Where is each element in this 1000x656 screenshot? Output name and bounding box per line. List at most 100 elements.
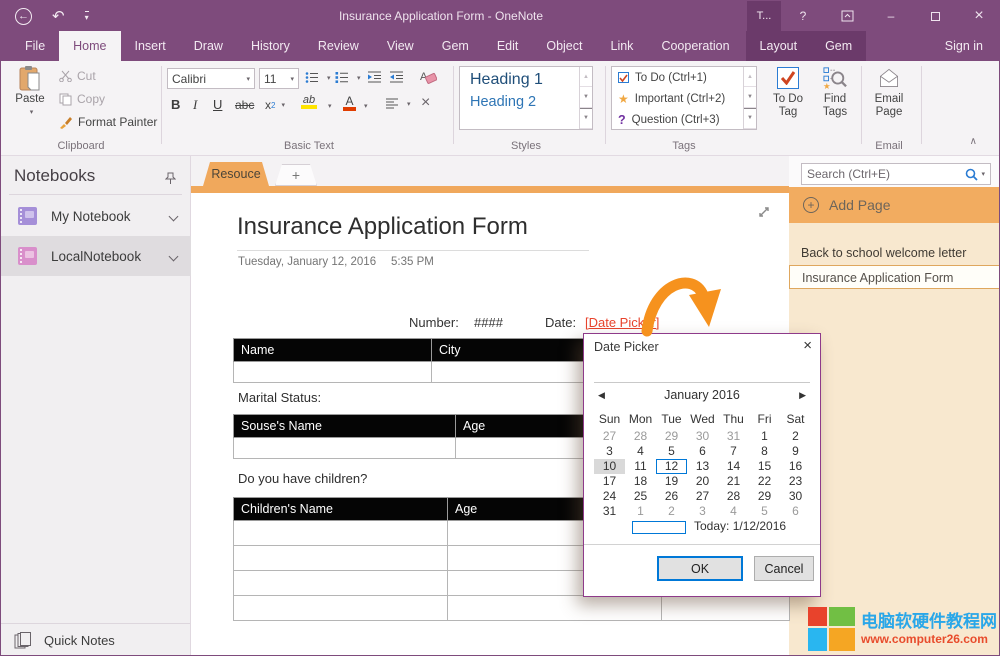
calendar-day-17[interactable]: 17 (594, 474, 625, 489)
calendar-day-24[interactable]: 24 (594, 489, 625, 504)
calendar-day-26[interactable]: 26 (656, 489, 687, 504)
calendar-day-20[interactable]: 20 (687, 474, 718, 489)
chevron-down-icon[interactable] (169, 251, 179, 261)
calendar-day-29[interactable]: 29 (749, 489, 780, 504)
tag-question[interactable]: ? Question (Ctrl+3) (612, 109, 743, 129)
table-cell[interactable] (234, 596, 448, 621)
expand-page-icon[interactable] (757, 205, 771, 222)
calendar-day-29[interactable]: 29 (656, 429, 687, 444)
calendar-day-6[interactable]: 6 (687, 444, 718, 459)
table-header-cell[interactable]: Children's Name (234, 498, 448, 521)
calendar-day-27[interactable]: 27 (687, 489, 718, 504)
tab-cooperation[interactable]: Cooperation (647, 31, 743, 61)
tab-layout[interactable]: Layout (746, 31, 812, 61)
number-value[interactable]: #### (474, 315, 503, 330)
calendar-day-28[interactable]: 28 (625, 429, 656, 444)
page-item-welcome-letter[interactable]: Back to school welcome letter (789, 241, 1000, 265)
cut-button[interactable]: Cut (59, 69, 96, 83)
decrease-indent-button[interactable] (367, 71, 382, 83)
next-month-icon[interactable]: ▶ (799, 390, 806, 401)
back-icon[interactable]: ← (15, 8, 32, 25)
calendar-day-22[interactable]: 22 (749, 474, 780, 489)
search-scope-dropdown-icon[interactable]: ▾ (981, 170, 985, 178)
tab-edit[interactable]: Edit (483, 31, 533, 61)
calendar-day-12[interactable]: 12 (656, 459, 687, 474)
calendar-day-15[interactable]: 15 (749, 459, 780, 474)
calendar-day-11[interactable]: 11 (625, 459, 656, 474)
subscript-button[interactable]: x2 ▾ (265, 98, 285, 112)
bullets-button[interactable]: ▾ (305, 71, 331, 84)
qat-customize-icon[interactable]: ▾ (85, 11, 89, 22)
paragraph-align-button[interactable]: ▾ (385, 98, 411, 109)
tag-todo[interactable]: To Do (Ctrl+1) (612, 67, 743, 88)
tab-review[interactable]: Review (304, 31, 373, 61)
undo-icon[interactable]: ↶ (52, 7, 65, 25)
today-label[interactable]: Today: 1/12/2016 (694, 519, 786, 533)
calendar-day-7[interactable]: 7 (718, 444, 749, 459)
highlight-dropdown-icon[interactable]: ▾ (328, 102, 332, 110)
add-page-button[interactable]: + Add Page (789, 187, 1000, 223)
minimize-button[interactable]: – (869, 1, 913, 31)
calendar-day-30[interactable]: 30 (780, 489, 811, 504)
bold-button[interactable]: B (171, 97, 180, 112)
ok-button[interactable]: OK (657, 556, 743, 581)
font-size-combobox[interactable]: 11 ▾ (259, 68, 299, 89)
tab-gem[interactable]: Gem (428, 31, 483, 61)
cancel-button[interactable]: Cancel (754, 556, 814, 581)
calendar-day-21[interactable]: 21 (718, 474, 749, 489)
calendar-day-31[interactable]: 31 (718, 429, 749, 444)
help-button[interactable]: ? (781, 1, 825, 31)
todo-tag-button[interactable]: To Do Tag (765, 66, 811, 144)
tab-object[interactable]: Object (532, 31, 596, 61)
calendar-day-1[interactable]: 1 (749, 429, 780, 444)
calendar-day-30[interactable]: 30 (687, 429, 718, 444)
table-header-cell[interactable]: Souse's Name (234, 415, 456, 438)
add-section-tab[interactable]: + (275, 164, 317, 186)
delete-button[interactable]: × (421, 94, 430, 112)
tags-more-icon[interactable]: ▼ (744, 108, 756, 129)
page-item-insurance-form[interactable]: Insurance Application Form (789, 265, 1000, 289)
italic-button[interactable]: I (193, 97, 197, 113)
page-title[interactable]: Insurance Application Form (237, 213, 528, 241)
styles-more-icon[interactable]: ▼ (580, 108, 592, 129)
calendar-day-18[interactable]: 18 (625, 474, 656, 489)
calendar-day-19[interactable]: 19 (656, 474, 687, 489)
table-header-cell[interactable]: Name (234, 339, 432, 362)
underline-button[interactable]: U (213, 97, 222, 112)
search-input[interactable] (807, 167, 965, 181)
pin-icon[interactable] (165, 172, 176, 188)
style-heading1[interactable]: Heading 1 (460, 67, 579, 91)
collapse-ribbon-icon[interactable]: ∧ (970, 136, 977, 147)
table-cell[interactable] (234, 521, 448, 546)
highlight-button[interactable]: ab (301, 94, 317, 109)
calendar-day-25[interactable]: 25 (625, 489, 656, 504)
calendar-day-3[interactable]: 3 (594, 444, 625, 459)
calendar-day-28[interactable]: 28 (718, 489, 749, 504)
calendar-day-13[interactable]: 13 (687, 459, 718, 474)
calendar-day-31[interactable]: 31 (594, 504, 625, 519)
calendar-day-5[interactable]: 5 (656, 444, 687, 459)
calendar-day-14[interactable]: 14 (718, 459, 749, 474)
chevron-down-icon[interactable] (169, 211, 179, 221)
table-cell[interactable] (662, 596, 790, 621)
tab-view[interactable]: View (373, 31, 428, 61)
calendar-day-4[interactable]: 4 (718, 504, 749, 519)
search-icon[interactable] (965, 168, 978, 181)
calendar-day-4[interactable]: 4 (625, 444, 656, 459)
calendar-day-2[interactable]: 2 (780, 429, 811, 444)
tab-file[interactable]: File (11, 31, 59, 61)
tab-link[interactable]: Link (597, 31, 648, 61)
eraser-button[interactable]: A (419, 68, 437, 85)
calendar-day-5[interactable]: 5 (749, 504, 780, 519)
close-button[interactable]: × (957, 1, 1000, 31)
tags-scroll-up-icon[interactable]: ▲ (744, 67, 756, 87)
copy-button[interactable]: Copy (59, 92, 105, 106)
tab-home[interactable]: Home (59, 31, 120, 61)
calendar-day-8[interactable]: 8 (749, 444, 780, 459)
ribbon-display-options-button[interactable] (825, 1, 869, 31)
find-tags-button[interactable]: ★ Find Tags (813, 66, 857, 144)
calendar-day-9[interactable]: 9 (780, 444, 811, 459)
sidebar-item-my-notebook[interactable]: My Notebook (1, 198, 191, 234)
calendar-day-10[interactable]: 10 (594, 459, 625, 474)
table-cell[interactable] (448, 596, 662, 621)
